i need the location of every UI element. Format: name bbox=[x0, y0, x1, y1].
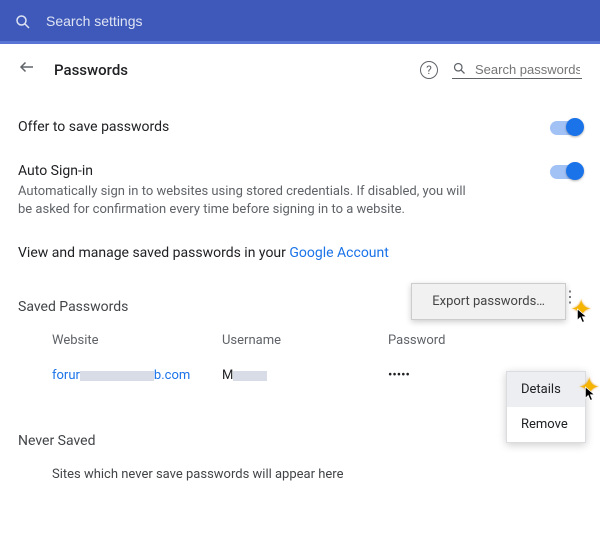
passwords-table-header: Website Username Password bbox=[18, 323, 582, 358]
manage-passwords-text: View and manage saved passwords in your … bbox=[18, 231, 582, 275]
site-cell[interactable]: forur b.com bbox=[52, 368, 222, 383]
page-title: Passwords bbox=[54, 61, 420, 79]
password-search bbox=[452, 61, 582, 79]
google-account-link[interactable]: Google Account bbox=[289, 245, 388, 261]
auto-signin-row: Auto Sign-in Automatically sign in to we… bbox=[18, 151, 582, 231]
settings-topbar bbox=[0, 0, 600, 44]
username-prefix: M bbox=[222, 368, 233, 383]
username-cell: M bbox=[222, 368, 388, 383]
details-menuitem[interactable]: Details bbox=[507, 372, 585, 407]
password-search-input[interactable] bbox=[473, 61, 582, 78]
col-username: Username bbox=[222, 333, 388, 348]
help-icon[interactable]: ? bbox=[420, 61, 438, 79]
page-header: Passwords ? bbox=[0, 44, 600, 95]
never-saved-desc: Sites which never save passwords will ap… bbox=[18, 457, 582, 502]
table-row: forurb.com M ••••• bbox=[18, 358, 582, 393]
search-icon bbox=[14, 13, 30, 29]
auto-signin-label: Auto Sign-in bbox=[18, 163, 550, 179]
redacted-site bbox=[80, 371, 154, 381]
manage-prefix: View and manage saved passwords in your bbox=[18, 245, 289, 261]
search-icon bbox=[452, 61, 467, 77]
content-area: Offer to save passwords Auto Sign-in Aut… bbox=[0, 95, 600, 514]
site-link-suffix: b.com bbox=[154, 368, 190, 383]
redacted-username bbox=[233, 371, 267, 381]
back-arrow-icon[interactable] bbox=[18, 58, 36, 81]
offer-save-row: Offer to save passwords bbox=[18, 107, 582, 151]
remove-menuitem[interactable]: Remove bbox=[507, 407, 585, 442]
export-passwords-menuitem[interactable]: Export passwords… bbox=[411, 283, 566, 320]
auto-signin-toggle[interactable] bbox=[550, 165, 582, 179]
cursor-icon bbox=[584, 385, 598, 403]
settings-search-input[interactable] bbox=[44, 12, 344, 30]
offer-save-toggle[interactable] bbox=[550, 121, 582, 135]
auto-signin-desc: Automatically sign in to websites using … bbox=[18, 183, 478, 219]
offer-save-label: Offer to save passwords bbox=[18, 119, 550, 135]
col-password: Password bbox=[388, 333, 582, 348]
site-link-prefix: forur bbox=[52, 368, 80, 383]
never-saved-title: Never Saved bbox=[18, 393, 582, 457]
row-context-menu: Details Remove bbox=[506, 371, 586, 443]
col-website: Website bbox=[52, 333, 222, 348]
